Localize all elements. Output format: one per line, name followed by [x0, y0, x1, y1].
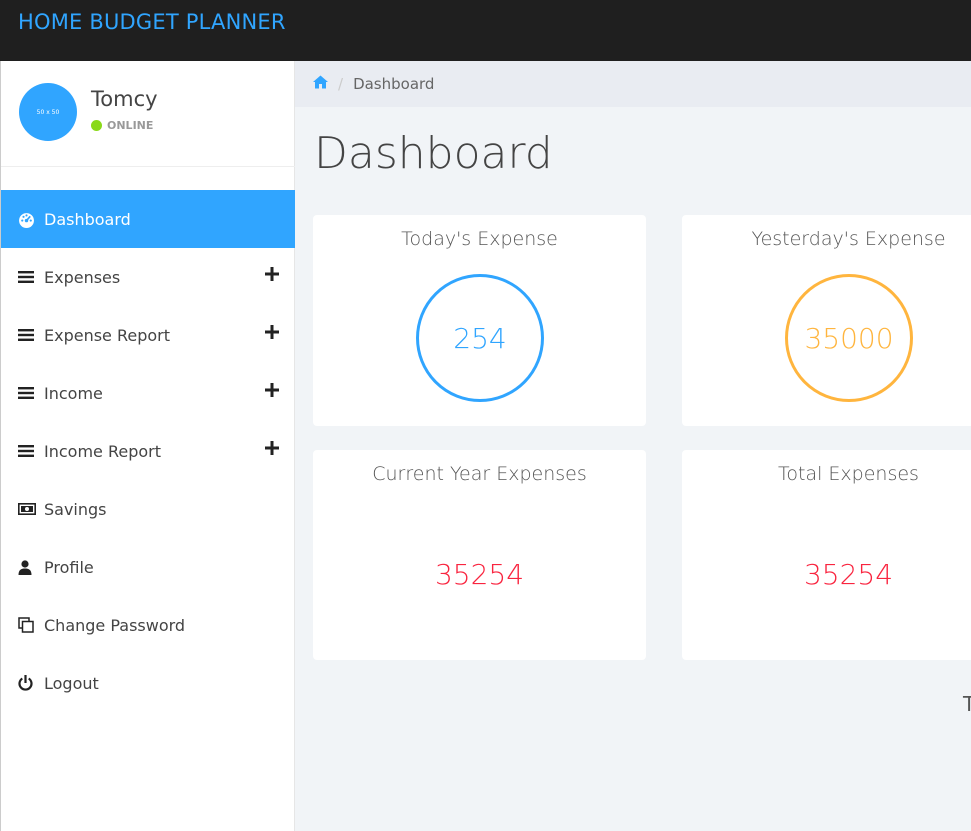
yesterday-expense-card: Yesterday's Expense 35000: [682, 215, 971, 426]
avatar: 50 x 50: [19, 83, 77, 141]
sidebar-item-label: Savings: [44, 499, 107, 519]
yesterday-expense-ring: 35000: [785, 274, 913, 402]
sidebar-item-label: Income Report: [44, 441, 161, 461]
sidebar-item-label: Income: [44, 383, 103, 403]
sidebar-item-dashboard[interactable]: Dashboard: [1, 190, 295, 248]
user-profile-panel: 50 x 50 Tomcy ONLINE: [1, 61, 295, 167]
card-title: Yesterday's Expense: [751, 228, 946, 250]
sidebar-item-expenses[interactable]: Expenses: [1, 248, 295, 306]
sidebar-item-logout[interactable]: Logout: [1, 654, 295, 712]
sidebar-item-expense-report[interactable]: Expense Report: [1, 306, 295, 364]
today-expense-ring: 254: [416, 274, 544, 402]
card-title: Current Year Expenses: [372, 463, 587, 485]
online-dot-icon: [91, 120, 102, 131]
online-status: ONLINE: [91, 119, 153, 132]
sidebar-item-label: Profile: [44, 557, 94, 577]
app-title[interactable]: HOME BUDGET PLANNER: [18, 10, 286, 34]
current-year-expenses-value: 35254: [434, 558, 525, 591]
card-title: Total Expenses: [778, 463, 919, 485]
top-navbar: HOME BUDGET PLANNER: [0, 0, 971, 61]
power-icon: [18, 675, 38, 691]
plus-icon[interactable]: [265, 325, 279, 339]
card-title: Today's Expense: [401, 228, 558, 250]
list-icon: [18, 386, 38, 400]
user-name: Tomcy: [91, 87, 158, 111]
page-title: Dashboard: [314, 128, 553, 179]
online-status-label: ONLINE: [107, 119, 154, 132]
sidebar-item-savings[interactable]: Savings: [1, 480, 295, 538]
sidebar-item-income[interactable]: Income: [1, 364, 295, 422]
money-icon: [18, 503, 38, 515]
sidebar-item-label: Logout: [44, 673, 99, 693]
list-icon: [18, 328, 38, 342]
sidebar-item-change-password[interactable]: Change Password: [1, 596, 295, 654]
sidebar-item-profile[interactable]: Profile: [1, 538, 295, 596]
sidebar-item-label: Expense Report: [44, 325, 171, 345]
plus-icon[interactable]: [265, 441, 279, 455]
copy-icon: [18, 617, 38, 633]
plus-icon[interactable]: [265, 267, 279, 281]
current-year-expenses-card: Current Year Expenses 35254: [313, 450, 646, 660]
total-expenses-card: Total Expenses 35254: [682, 450, 971, 660]
sidebar: 50 x 50 Tomcy ONLINE Dashboard Expenses …: [0, 61, 295, 831]
breadcrumb: / Dashboard: [295, 61, 971, 107]
sidebar-item-label: Change Password: [44, 615, 186, 635]
clipped-heading-fragment: T: [963, 692, 971, 716]
sidebar-item-income-report[interactable]: Income Report: [1, 422, 295, 480]
sidebar-item-label: Dashboard: [44, 209, 131, 229]
list-icon: [18, 270, 38, 284]
sidebar-item-label: Expenses: [44, 267, 121, 287]
plus-icon[interactable]: [265, 383, 279, 397]
list-icon: [18, 444, 38, 458]
home-icon[interactable]: [313, 75, 328, 93]
breadcrumb-separator: /: [338, 75, 344, 93]
total-expenses-value: 35254: [803, 558, 894, 591]
today-expense-card: Today's Expense 254: [313, 215, 646, 426]
user-icon: [18, 559, 38, 575]
breadcrumb-current: Dashboard: [353, 75, 435, 93]
dashboard-icon: [18, 211, 38, 228]
